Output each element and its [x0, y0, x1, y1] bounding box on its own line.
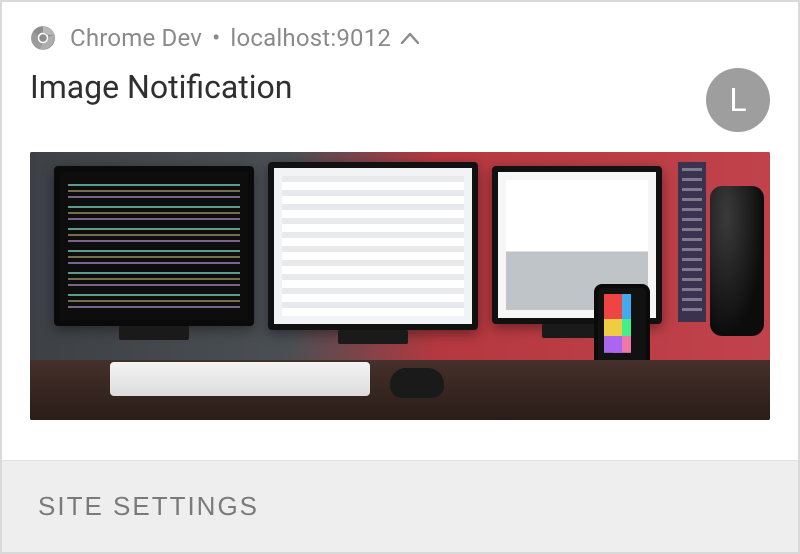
site-settings-button[interactable]: SITE SETTINGS	[38, 491, 259, 522]
notification-image	[30, 152, 770, 420]
notification-card: Chrome Dev • localhost:9012 Image Notifi…	[0, 0, 800, 554]
notification-title-row: Image Notification L	[2, 62, 798, 152]
notification-source-text: Chrome Dev • localhost:9012	[70, 24, 419, 52]
notification-source-row[interactable]: Chrome Dev • localhost:9012	[2, 2, 798, 62]
source-host: localhost:9012	[230, 24, 391, 52]
notification-title: Image Notification	[30, 68, 706, 106]
chrome-icon	[30, 25, 56, 51]
source-separator: •	[212, 24, 220, 52]
notification-actions: SITE SETTINGS	[2, 460, 798, 552]
source-app: Chrome Dev	[70, 24, 202, 52]
avatar-letter: L	[729, 81, 746, 119]
avatar: L	[706, 68, 770, 132]
chevron-up-icon[interactable]	[401, 25, 419, 50]
notification-image-wrap	[2, 152, 798, 442]
